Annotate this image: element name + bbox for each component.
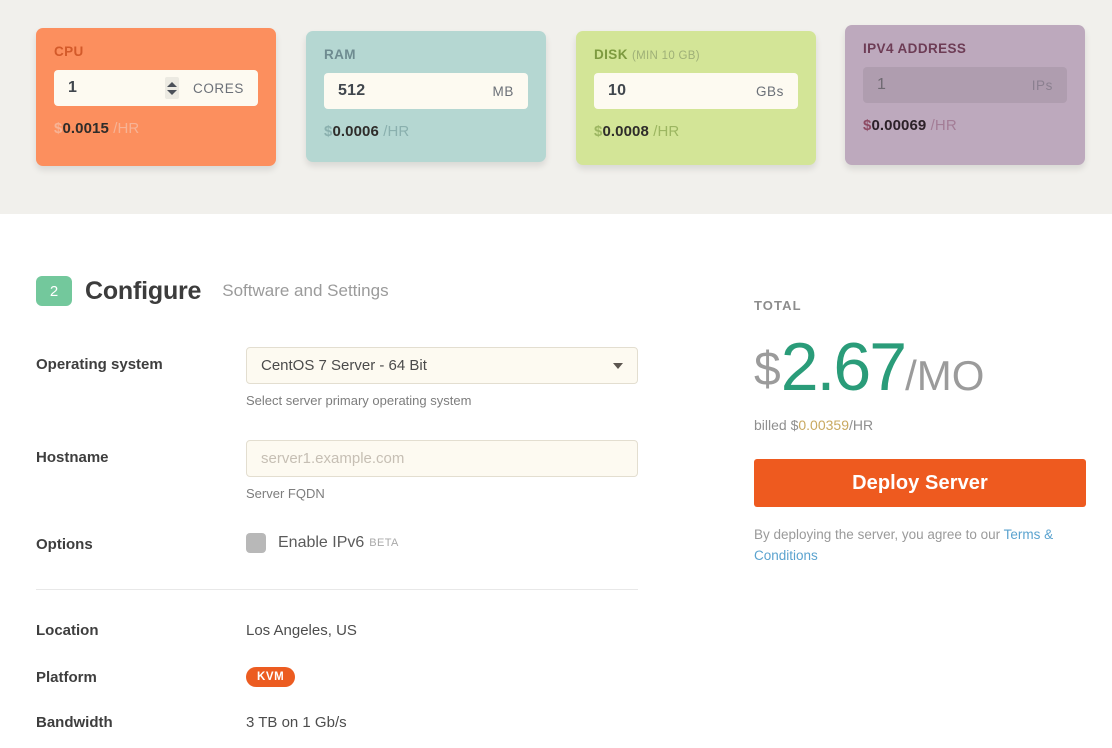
enable-ipv6-option[interactable]: Enable IPv6 BETA <box>246 527 638 553</box>
ram-input-wrap[interactable]: 512 MB <box>324 73 528 109</box>
spec-label-cpu: CPU <box>54 44 84 59</box>
terms-notice: By deploying the server, you agree to ou… <box>754 525 1074 567</box>
hostname-label: Hostname <box>36 449 109 466</box>
cpu-unit: CORES <box>192 80 244 96</box>
disk-input-wrap[interactable]: 10 GBs <box>594 73 798 109</box>
detail-row-platform: Platform KVM <box>36 667 638 687</box>
ram-price-period: /HR <box>383 123 410 140</box>
terms-text: By deploying the server, you agree to ou… <box>754 527 1004 542</box>
deploy-server-button[interactable]: Deploy Server <box>754 459 1086 507</box>
total-price: $2.67/MO <box>754 333 1086 401</box>
total-currency-symbol: $ <box>754 343 781 396</box>
os-select[interactable]: CentOS 7 Server - 64 Bit <box>246 347 638 384</box>
configure-form: Operating system CentOS 7 Server - 64 Bi… <box>36 347 638 731</box>
spec-card-disk: DISK (MIN 10 GB) 10 GBs $0.0008 /HR <box>576 31 816 165</box>
billed-amount: 0.00359 <box>798 417 849 433</box>
disk-price: $0.0008 /HR <box>594 123 798 140</box>
location-value: Los Angeles, US <box>246 622 357 639</box>
ram-value[interactable]: 512 <box>338 82 493 100</box>
billed-period: /HR <box>848 417 874 433</box>
section-divider <box>36 589 638 590</box>
platform-pill: KVM <box>246 667 296 687</box>
cpu-value[interactable]: 1 <box>68 79 165 97</box>
disk-value[interactable]: 10 <box>608 82 756 100</box>
cpu-stepper[interactable] <box>164 77 179 99</box>
total-label: TOTAL <box>754 298 802 313</box>
total-amount: 2.67 <box>780 329 907 405</box>
page-title: Configure <box>85 276 202 305</box>
ipv4-input-wrap: 1 IPs <box>863 67 1067 103</box>
os-hint: Select server primary operating system <box>246 393 472 408</box>
disk-price-period: /HR <box>653 123 680 140</box>
enable-ipv6-checkbox[interactable] <box>246 533 266 553</box>
platform-value-wrap: KVM <box>246 667 296 687</box>
location-label: Location <box>36 622 99 639</box>
ipv4-price-period: /HR <box>930 117 957 134</box>
os-selected-value: CentOS 7 Server - 64 Bit <box>261 357 427 374</box>
enable-ipv6-label: Enable IPv6 <box>278 534 365 551</box>
page-subtitle: Software and Settings <box>222 281 389 300</box>
total-panel: TOTAL $2.67/MO billed $0.00359/HR Deploy… <box>754 298 1086 567</box>
ram-price: $0.0006 /HR <box>324 123 528 140</box>
options-row: Options Enable IPv6 BETA <box>36 527 638 553</box>
ipv4-price: $0.00069 /HR <box>863 117 1067 134</box>
ipv4-value: 1 <box>877 76 887 93</box>
spec-label-disk-min: (MIN 10 GB) <box>632 50 700 62</box>
configure-section: 2 Configure Software and Settings Operat… <box>0 214 1112 748</box>
hostname-hint: Server FQDN <box>246 486 325 501</box>
os-row: Operating system CentOS 7 Server - 64 Bi… <box>36 347 638 408</box>
ram-unit: MB <box>492 83 514 99</box>
stepper-down-icon[interactable] <box>166 89 177 95</box>
detail-row-bandwidth: Bandwidth 3 TB on 1 Gb/s <box>36 714 638 731</box>
disk-unit: GBs <box>755 83 784 99</box>
stepper-up-icon[interactable] <box>166 81 177 87</box>
spec-card-ipv4: IPV4 ADDRESS 1 IPs $0.00069 /HR <box>845 25 1085 165</box>
hostname-input[interactable]: server1.example.com <box>246 440 638 477</box>
step-number-badge: 2 <box>36 276 72 306</box>
ipv4-price-amount: 0.00069 <box>871 117 927 134</box>
hostname-row: Hostname server1.example.com Server FQDN <box>36 440 638 501</box>
spec-card-cpu: CPU 1 CORES $0.0015 /HR <box>36 28 276 166</box>
os-label: Operating system <box>36 356 163 373</box>
bandwidth-label: Bandwidth <box>36 714 113 731</box>
billed-prefix: billed $ <box>754 417 799 433</box>
bandwidth-value: 3 TB on 1 Gb/s <box>246 714 347 731</box>
ram-price-amount: 0.0006 <box>332 123 379 140</box>
spec-label-ipv4: IPV4 ADDRESS <box>863 41 967 56</box>
spec-label-disk: DISK (MIN 10 GB) <box>594 47 700 62</box>
beta-badge: BETA <box>369 537 399 549</box>
spec-card-ram: RAM 512 MB $0.0006 /HR <box>306 31 546 162</box>
billed-hourly: billed $0.00359/HR <box>754 417 1086 433</box>
ipv4-unit: IPs <box>1031 77 1053 93</box>
total-period: /MO <box>905 352 985 399</box>
cpu-price-period: /HR <box>113 120 140 137</box>
chevron-down-icon[interactable] <box>613 362 623 369</box>
detail-row-location: Location Los Angeles, US <box>36 622 638 639</box>
cpu-input-wrap[interactable]: 1 CORES <box>54 70 258 106</box>
cpu-price-amount: 0.0015 <box>62 120 109 137</box>
disk-price-amount: 0.0008 <box>602 123 649 140</box>
step-header: 2 Configure Software and Settings <box>36 276 389 306</box>
specs-band: CPU 1 CORES $0.0015 /HR RAM 512 MB $0.00… <box>0 0 1112 214</box>
platform-label: Platform <box>36 668 97 686</box>
spec-label-ram: RAM <box>324 47 356 62</box>
cpu-price: $0.0015 /HR <box>54 120 258 137</box>
options-label: Options <box>36 536 93 553</box>
